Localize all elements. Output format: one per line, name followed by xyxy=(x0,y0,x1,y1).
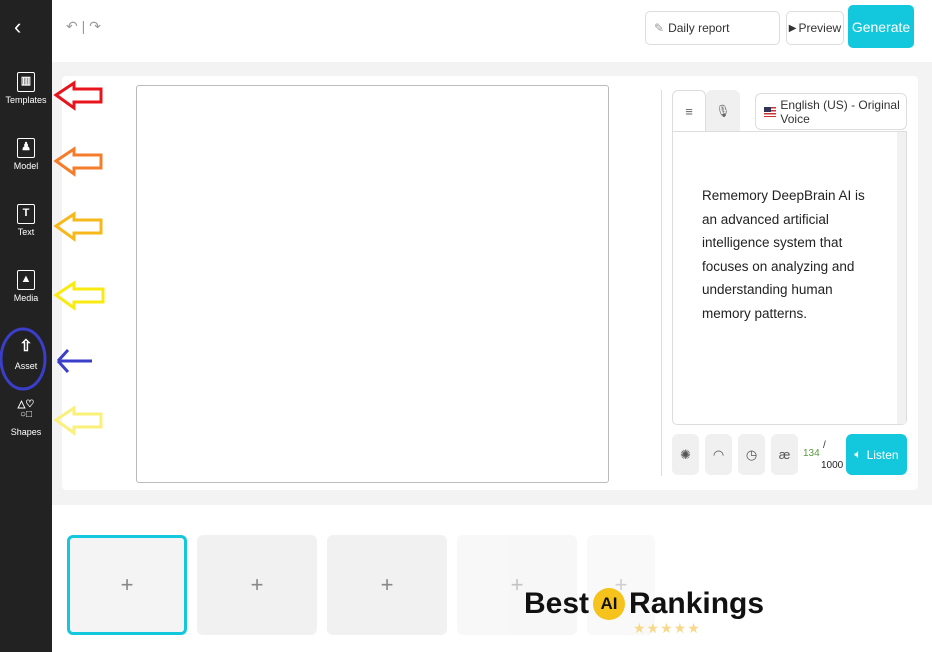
arrow-annotation xyxy=(53,405,103,436)
annotation-overlay xyxy=(0,80,105,436)
arrow-annotation xyxy=(56,348,92,374)
arrow-annotation xyxy=(53,80,103,111)
arrow-annotation xyxy=(53,146,103,177)
circle-annotation xyxy=(0,327,47,391)
arrow-annotation xyxy=(53,211,103,242)
arrow-annotation xyxy=(53,280,105,311)
